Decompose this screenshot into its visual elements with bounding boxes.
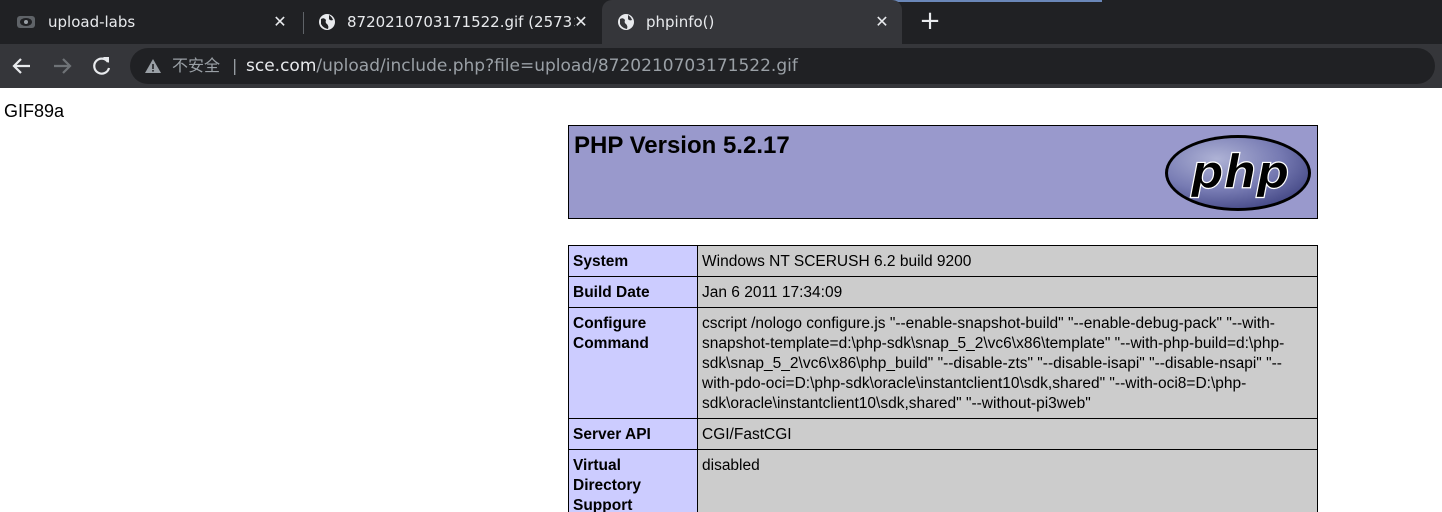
phpinfo-header: PHP Version 5.2.17 php	[568, 125, 1318, 219]
table-row: Virtual Directory Support disabled	[568, 449, 1318, 512]
back-arrow-icon[interactable]	[8, 52, 36, 80]
address-separator: |	[232, 56, 238, 75]
close-tab-icon[interactable]: ✕	[270, 12, 290, 32]
url-path: /upload/include.php?file=upload/87202107…	[316, 56, 798, 76]
php-version-banner: PHP Version 5.2.17 php	[568, 125, 1318, 219]
row-key: Configure Command	[568, 307, 698, 419]
upload-labs-favicon	[17, 16, 35, 28]
tab-title: phpinfo()	[646, 13, 715, 31]
row-key: Virtual Directory Support	[568, 449, 698, 512]
table-row: Server API CGI/FastCGI	[568, 418, 1318, 450]
reload-icon[interactable]	[88, 52, 116, 80]
row-key: System	[568, 245, 698, 277]
table-row: Build Date Jan 6 2011 17:34:09	[568, 276, 1318, 308]
row-value: Windows NT SCERUSH 6.2 build 9200	[697, 245, 1318, 277]
php-logo-text: php	[1190, 145, 1290, 199]
new-tab-button[interactable]: +	[916, 8, 944, 36]
table-row: Configure Command cscript /nologo config…	[568, 307, 1318, 419]
page-title: PHP Version 5.2.17	[574, 132, 790, 159]
row-value: disabled	[697, 449, 1318, 512]
globe-icon	[618, 14, 634, 30]
url-text[interactable]: sce.com/upload/include.php?file=upload/8…	[246, 56, 798, 76]
tab-phpinfo[interactable]: phpinfo() ✕	[602, 0, 902, 44]
tab-gif-image[interactable]: 8720210703171522.gif (2573× ✕	[305, 0, 601, 44]
row-key: Server API	[568, 418, 698, 450]
close-tab-icon[interactable]: ✕	[872, 12, 892, 32]
row-value: Jan 6 2011 17:34:09	[697, 276, 1318, 308]
tab-title: upload-labs	[48, 13, 136, 31]
row-key: Build Date	[568, 276, 698, 308]
gif-header-text: GIF89a	[4, 101, 65, 121]
globe-icon	[319, 14, 335, 30]
not-secure-label[interactable]: 不安全	[172, 56, 220, 76]
tab-divider	[303, 12, 304, 34]
tab-title: 8720210703171522.gif (2573×	[347, 13, 575, 31]
php-logo[interactable]: php	[1164, 134, 1312, 212]
page-content: GIF89a PHP Version 5.2.17 php System Win…	[0, 88, 1442, 512]
table-row: System Windows NT SCERUSH 6.2 build 9200	[568, 245, 1318, 277]
tab-upload-labs[interactable]: upload-labs ✕	[0, 0, 300, 44]
warning-icon[interactable]	[144, 57, 162, 75]
forward-arrow-icon[interactable]	[48, 52, 76, 80]
browser-toolbar: 不安全 | sce.com/upload/include.php?file=up…	[0, 44, 1442, 88]
row-value: CGI/FastCGI	[697, 418, 1318, 450]
url-host: sce.com	[246, 56, 317, 76]
address-bar[interactable]: 不安全 | sce.com/upload/include.php?file=up…	[130, 48, 1435, 84]
phpinfo-table: System Windows NT SCERUSH 6.2 build 9200…	[568, 245, 1318, 512]
tab-strip: upload-labs ✕ 8720210703171522.gif (2573…	[0, 0, 1442, 44]
row-value: cscript /nologo configure.js "--enable-s…	[697, 307, 1318, 419]
close-tab-icon[interactable]: ✕	[571, 12, 591, 32]
